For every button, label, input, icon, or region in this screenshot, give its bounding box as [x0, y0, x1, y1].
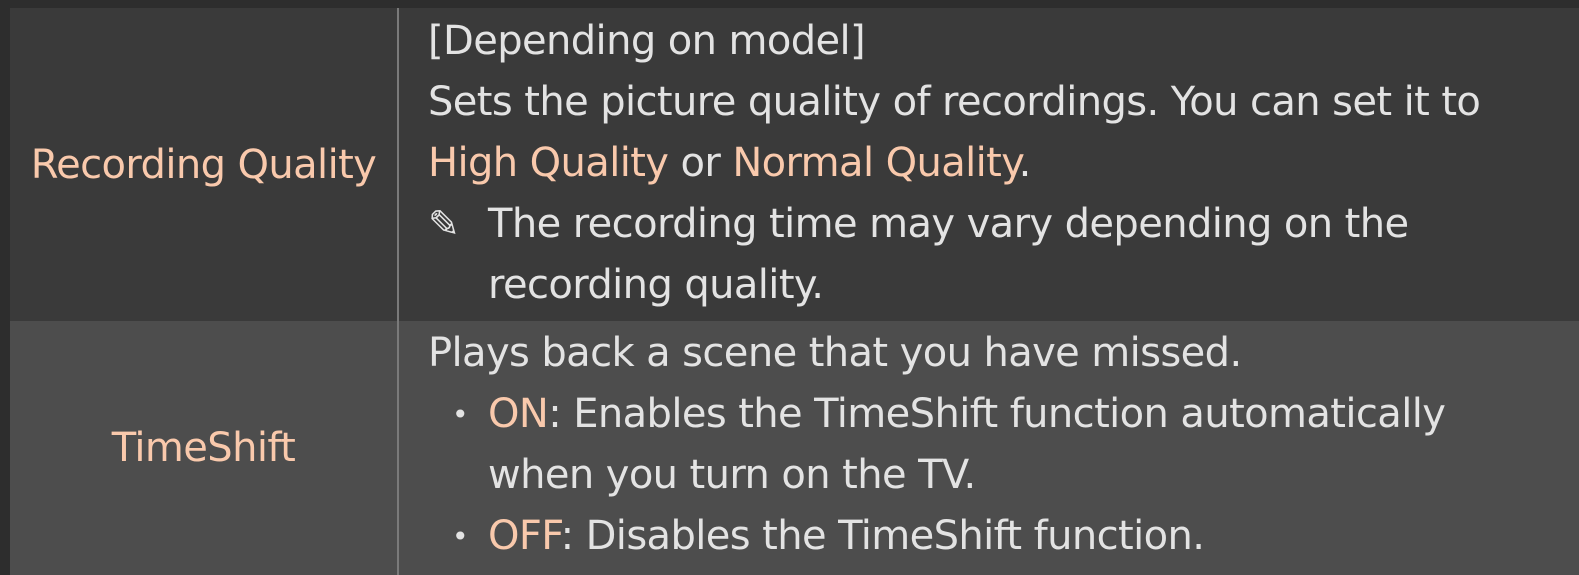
note-text-line2: recording quality. — [488, 262, 824, 308]
description-cell: Plays back a scene that you have missed.… — [399, 321, 1579, 575]
note-text-line1: The recording time may vary depending on… — [488, 201, 1409, 247]
option-on-desc-line2: when you turn on the TV. — [488, 452, 976, 498]
option-off: OFF — [488, 513, 561, 559]
note-continuation: recording quality. — [428, 255, 1579, 316]
description-text: Plays back a scene that you have missed. — [428, 330, 1242, 376]
setting-label-timeshift: TimeShift — [111, 425, 296, 471]
option-off-desc: : Disables the TimeShift function. — [560, 513, 1205, 559]
bullet-icon: • — [452, 398, 469, 431]
description-text: Sets the picture quality of recordings. … — [428, 79, 1481, 125]
list-item-on-continuation: when you turn on the TV. — [428, 445, 1579, 506]
option-high-quality: High Quality — [428, 140, 669, 186]
settings-table: Recording Quality [Depending on model] S… — [10, 8, 1579, 575]
model-note: [Depending on model] — [428, 18, 866, 64]
options-line: High Quality or Normal Quality. — [428, 133, 1579, 194]
list-item-off: • OFF: Disables the TimeShift function. — [428, 506, 1579, 567]
table-row-recording-quality: Recording Quality [Depending on model] S… — [10, 8, 1579, 321]
period: . — [1018, 140, 1032, 186]
option-on: ON — [488, 391, 549, 437]
option-normal-quality: Normal Quality — [732, 140, 1019, 186]
label-cell: TimeShift — [10, 321, 399, 575]
list-item-on: • ON: Enables the TimeShift function aut… — [428, 384, 1579, 445]
description-cell: [Depending on model] Sets the picture qu… — [399, 8, 1579, 321]
or-text: or — [668, 140, 733, 186]
label-cell: Recording Quality — [10, 8, 399, 321]
bullet-icon: • — [452, 520, 469, 553]
pencil-note-icon: ✎ — [428, 202, 460, 246]
setting-label-recording-quality: Recording Quality — [30, 141, 377, 188]
option-on-desc: : Enables the TimeShift function automat… — [548, 391, 1446, 437]
table-row-timeshift: TimeShift Plays back a scene that you ha… — [10, 321, 1579, 575]
note: ✎ The recording time may vary depending … — [428, 194, 1579, 255]
